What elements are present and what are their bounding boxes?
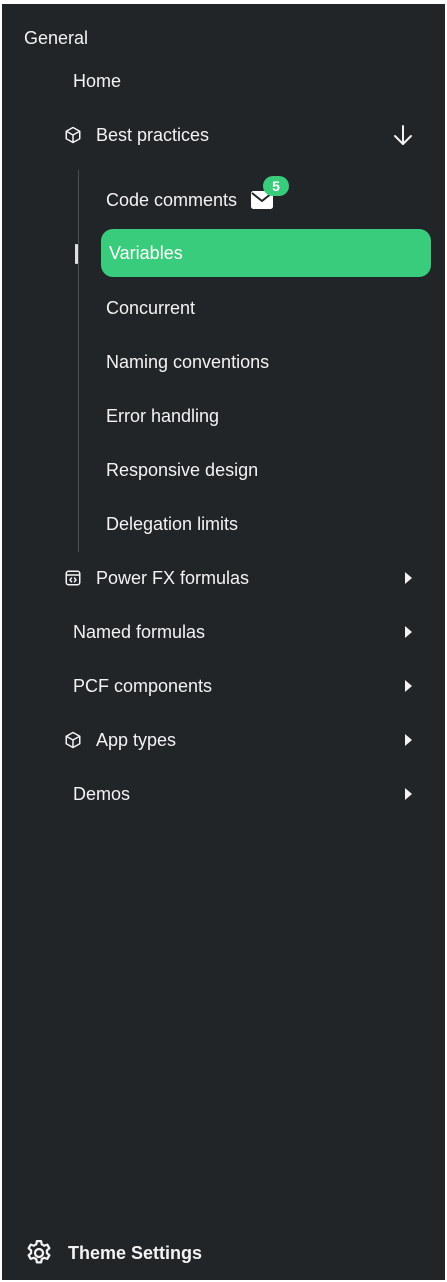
nav-subitem-label: Code comments [106,189,238,210]
nav-item-best-practices[interactable]: Best practices [2,110,445,160]
nav-subitem-label: Error handling [106,405,220,426]
nav-item-demos[interactable]: Demos [2,769,445,819]
caret-right-icon[interactable] [403,571,413,585]
nav-subitem-label: Responsive design [106,459,259,480]
nav-item-label: App types [96,729,177,750]
caret-right-icon[interactable] [403,787,413,801]
nav-item-power-fx-formulas[interactable]: Power FX formulas [2,553,445,603]
nav-subitem-variables[interactable]: Variables [2,229,445,277]
nav-item-label: Home [73,70,122,91]
theme-settings-label: Theme Settings [68,1242,203,1263]
nav-item-label: Power FX formulas [96,567,250,588]
nav-subitem-label: Variables [109,242,183,263]
nav-item-label: Named formulas [73,621,206,642]
sidebar-nav: General Home Best practices Code comment… [2,4,445,1280]
nav-subitem-label: Naming conventions [106,351,270,372]
nav-item-home[interactable]: Home [2,56,445,106]
nav-item-named-formulas[interactable]: Named formulas [2,607,445,657]
caret-right-icon[interactable] [403,625,413,639]
theme-settings-button[interactable]: Theme Settings [24,1236,202,1270]
code-window-icon [64,569,82,587]
nav-item-app-types[interactable]: App types [2,715,445,765]
nav-subitem-label: Concurrent [106,297,196,318]
nav-subitem-responsive-design[interactable]: Responsive design [2,445,445,495]
nav-item-pcf-components[interactable]: PCF components [2,661,445,711]
section-title-general: General [24,28,89,48]
nav-item-label: Best practices [96,124,210,145]
caret-right-icon[interactable] [403,679,413,693]
box-icon [64,731,82,749]
nav-item-label: Demos [73,783,131,804]
nav-subitem-concurrent[interactable]: Concurrent [2,283,445,333]
notification-badge: 5 [263,176,290,196]
caret-right-icon[interactable] [403,733,413,747]
nav-subitem-label: Delegation limits [106,513,239,534]
nav-item-label: PCF components [73,675,213,696]
mail-icon: 5 [251,176,290,209]
nav-subitem-error-handling[interactable]: Error handling [2,391,445,441]
gear-icon [24,1238,54,1268]
arrow-down-icon[interactable] [391,123,415,147]
nav-subitem-code-comments[interactable]: Code comments 5 [2,175,445,225]
nav-subitem-naming-conventions[interactable]: Naming conventions [2,337,445,387]
box-icon [64,126,82,144]
nav-subitem-delegation-limits[interactable]: Delegation limits [2,499,445,549]
